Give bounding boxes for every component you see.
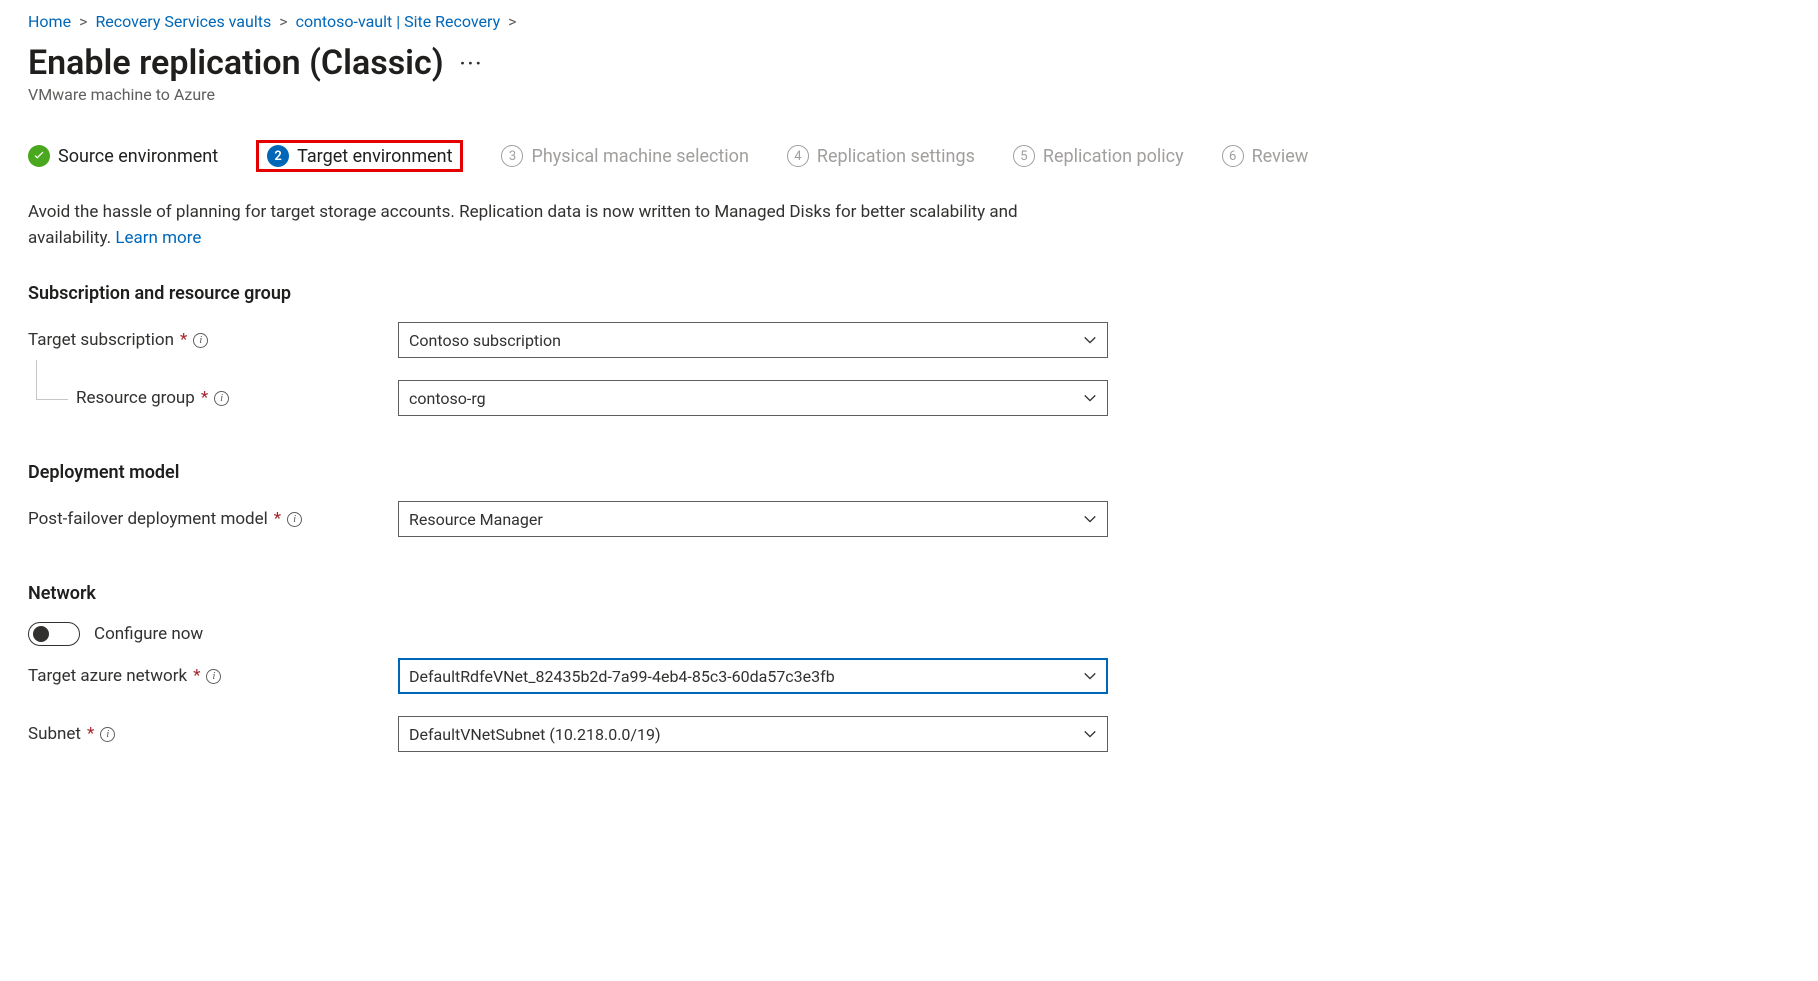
section-heading-subscription: Subscription and resource group: [28, 283, 1790, 304]
step-label: Physical machine selection: [531, 146, 748, 167]
page-title-text: Enable replication (Classic): [28, 43, 444, 83]
wizard-steps: Source environment 2 Target environment …: [28, 140, 1790, 172]
step-replication-policy[interactable]: 5 Replication policy: [1013, 145, 1184, 167]
page-title: Enable replication (Classic) ···: [28, 43, 1790, 83]
info-icon[interactable]: i: [206, 669, 221, 684]
info-icon[interactable]: i: [287, 512, 302, 527]
dropdown-value: DefaultVNetSubnet (10.218.0.0/19): [409, 725, 661, 744]
step-source-environment[interactable]: Source environment: [28, 145, 218, 167]
step-label: Review: [1252, 146, 1309, 167]
section-heading-deployment: Deployment model: [28, 462, 1790, 483]
chevron-down-icon: [1083, 727, 1097, 741]
resource-group-label: Resource group * i: [28, 388, 398, 408]
chevron-right-icon: >: [508, 12, 516, 31]
dropdown-value: Contoso subscription: [409, 331, 561, 350]
info-icon[interactable]: i: [100, 727, 115, 742]
label-text: Subnet: [28, 724, 81, 744]
step-label: Source environment: [58, 146, 218, 167]
required-asterisk: *: [193, 666, 200, 686]
breadcrumb-recovery-services[interactable]: Recovery Services vaults: [95, 12, 271, 31]
deployment-model-dropdown[interactable]: Resource Manager: [398, 501, 1108, 537]
step-label: Target environment: [297, 146, 452, 167]
target-subscription-label: Target subscription * i: [28, 330, 398, 350]
tree-line: [36, 360, 68, 400]
configure-now-label: Configure now: [94, 624, 203, 644]
step-review[interactable]: 6 Review: [1222, 145, 1309, 167]
step-physical-machine-selection[interactable]: 3 Physical machine selection: [501, 145, 748, 167]
chevron-down-icon: [1083, 512, 1097, 526]
subnet-dropdown[interactable]: DefaultVNetSubnet (10.218.0.0/19): [398, 716, 1108, 752]
page-subtitle: VMware machine to Azure: [28, 85, 1790, 104]
subnet-label: Subnet * i: [28, 724, 398, 744]
dropdown-value: Resource Manager: [409, 510, 543, 529]
toggle-knob: [33, 626, 49, 642]
step-target-environment[interactable]: 2 Target environment: [256, 140, 463, 172]
chevron-down-icon: [1083, 391, 1097, 405]
breadcrumb-vault[interactable]: contoso-vault | Site Recovery: [296, 12, 501, 31]
step-replication-settings[interactable]: 4 Replication settings: [787, 145, 975, 167]
required-asterisk: *: [180, 330, 187, 350]
chevron-right-icon: >: [79, 12, 87, 31]
step-number-badge: 2: [267, 145, 289, 167]
required-asterisk: *: [201, 388, 208, 408]
step-label: Replication settings: [817, 146, 975, 167]
breadcrumb-home[interactable]: Home: [28, 12, 71, 31]
label-text: Target azure network: [28, 666, 187, 686]
configure-now-toggle[interactable]: [28, 622, 80, 646]
intro-text: Avoid the hassle of planning for target …: [28, 200, 1088, 251]
label-text: Target subscription: [28, 330, 174, 350]
chevron-down-icon: [1083, 333, 1097, 347]
resource-group-dropdown[interactable]: contoso-rg: [398, 380, 1108, 416]
label-text: Resource group: [76, 388, 195, 408]
step-number-badge: 5: [1013, 145, 1035, 167]
required-asterisk: *: [87, 724, 94, 744]
check-icon: [28, 145, 50, 167]
breadcrumb: Home > Recovery Services vaults > contos…: [28, 12, 1790, 31]
dropdown-value: DefaultRdfeVNet_82435b2d-7a99-4eb4-85c3-…: [409, 667, 835, 686]
section-heading-network: Network: [28, 583, 1790, 604]
target-azure-network-dropdown[interactable]: DefaultRdfeVNet_82435b2d-7a99-4eb4-85c3-…: [398, 658, 1108, 694]
more-button[interactable]: ···: [460, 51, 484, 75]
step-number-badge: 3: [501, 145, 523, 167]
dropdown-value: contoso-rg: [409, 389, 486, 408]
info-icon[interactable]: i: [214, 391, 229, 406]
step-label: Replication policy: [1043, 146, 1184, 167]
step-number-badge: 4: [787, 145, 809, 167]
deployment-model-label: Post-failover deployment model * i: [28, 509, 398, 529]
learn-more-link[interactable]: Learn more: [115, 228, 201, 248]
target-azure-network-label: Target azure network * i: [28, 666, 398, 686]
chevron-right-icon: >: [279, 12, 287, 31]
info-icon[interactable]: i: [193, 333, 208, 348]
label-text: Post-failover deployment model: [28, 509, 268, 529]
step-number-badge: 6: [1222, 145, 1244, 167]
chevron-down-icon: [1083, 669, 1097, 683]
required-asterisk: *: [274, 509, 281, 529]
target-subscription-dropdown[interactable]: Contoso subscription: [398, 322, 1108, 358]
